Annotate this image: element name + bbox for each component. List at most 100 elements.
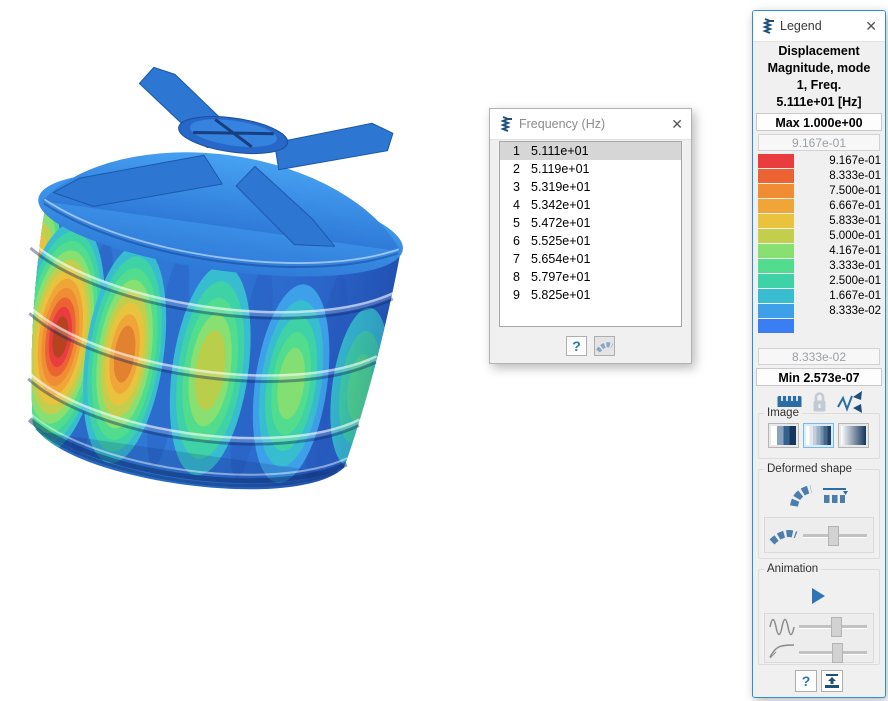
close-icon[interactable]: ✕ [663,117,691,131]
fit-range-button[interactable] [837,389,862,415]
mode-number: 2 [500,160,520,178]
color-swatch [758,154,794,168]
sine-wave-icon [768,617,796,637]
scale-label: 8.333e-02 [829,304,881,318]
color-swatch [758,259,794,273]
frequency-row[interactable]: 9 5.825e+01 [500,286,681,304]
color-swatch [758,244,794,258]
legend-title: Legend [780,19,857,33]
mode-frequency: 5.342e+01 [531,196,590,214]
tank-model [0,50,504,552]
color-swatch [758,199,794,213]
image-group: Image [758,413,880,459]
color-scale: 9.167e-018.333e-017.500e-016.667e-015.83… [753,154,885,334]
frequency-dialog-title: Frequency (Hz) [519,117,663,131]
mode-number: 9 [500,286,520,304]
play-button[interactable] [812,588,825,604]
help-button[interactable]: ? [795,670,817,692]
image-style-smooth-button[interactable] [838,423,869,448]
deform-factor-panel [764,517,874,553]
color-swatch [758,289,794,303]
image-group-label: Image [764,407,802,420]
animation-frames-slider-thumb[interactable] [831,617,842,637]
spring-icon [499,115,512,133]
image-style-banded-button[interactable] [803,423,834,448]
tank-cap [176,111,290,160]
application-window: Frequency (Hz) ✕ 1 5.111e+01 2 5.119e+0135.… [0,0,888,701]
frequency-row[interactable]: 5 5.472e+01 [500,214,681,232]
mode-frequency: 5.825e+01 [531,286,590,304]
result-field-title-line: 1, Freq. [753,77,885,94]
mode-number: 1 [500,142,520,160]
color-swatch [758,229,794,243]
max-value-label: Max 1.000e+00 [756,113,882,131]
scale-label: 6.667e-01 [829,199,881,213]
image-style-discrete-button[interactable] [768,423,799,448]
frequency-row[interactable]: 1 5.111e+01 [500,142,681,160]
scale-label: 7.500e-01 [829,184,881,198]
mode-number: 4 [500,196,520,214]
undeformed-view-button[interactable] [821,486,849,508]
model-viewport[interactable] [0,0,504,560]
mode-frequency: 5.797e+01 [531,268,590,286]
dock-icon [824,674,840,689]
lock-icon[interactable] [811,391,828,413]
min-value-label: Min 2.573e-07 [756,368,882,386]
animation-group: Animation [758,569,880,665]
color-swatch [758,214,794,228]
spring-icon [761,17,774,35]
scale-label: 1.667e-01 [829,289,881,303]
frequency-row[interactable]: 35.319e+01 [500,178,681,196]
deformed-shape-group: Deformed shape [758,469,880,559]
help-button[interactable]: ? [566,336,587,356]
scale-label: 8.333e-01 [829,169,881,183]
scale-label: 2.500e-01 [829,274,881,288]
animation-group-label: Animation [764,563,821,576]
scale-label: 9.167e-01 [829,154,881,168]
scale-lower-limit-input[interactable] [758,348,880,365]
deformed-shape-button[interactable] [594,336,615,356]
mode-frequency: 5.111e+01 [531,142,589,160]
deformed-shape-group-label: Deformed shape [764,463,855,476]
mode-frequency: 5.319e+01 [531,178,590,196]
mode-frequency: 5.525e+01 [531,232,590,250]
deform-factor-slider-thumb[interactable] [828,526,839,546]
color-swatch [758,304,794,318]
frequency-dialog-titlebar[interactable]: Frequency (Hz) ✕ [490,109,691,140]
frequency-row[interactable]: 65.525e+01 [500,232,681,250]
frequency-row[interactable]: 85.797e+01 [500,268,681,286]
scale-label: 5.833e-01 [829,214,881,228]
close-icon[interactable]: ✕ [857,19,885,33]
dock-button[interactable] [821,670,843,692]
legend-panel: Legend ✕ DisplacementMagnitude, mode1, F… [752,10,886,698]
color-swatch [758,169,794,183]
mode-frequency: 5.654e+01 [531,250,590,268]
mode-number: 5 [500,214,520,232]
animation-settings-panel [764,613,874,663]
frequency-row[interactable]: 4 5.342e+01 [500,196,681,214]
result-field-title-line: Magnitude, mode [753,60,885,77]
frequency-row[interactable]: 7 5.654e+01 [500,250,681,268]
animation-speed-slider-thumb[interactable] [832,643,843,663]
deformed-view-button[interactable] [789,484,815,510]
scale-label: 3.333e-01 [829,259,881,273]
frequency-row[interactable]: 2 5.119e+01 [500,160,681,178]
color-swatch [758,274,794,288]
mode-frequency: 5.119e+01 [531,160,590,178]
scale-label: 5.000e-01 [829,229,881,243]
scale-label: 4.167e-01 [829,244,881,258]
color-swatch [758,184,794,198]
mode-number: 7 [500,250,520,268]
color-swatch [758,319,794,333]
frequency-list[interactable]: 1 5.111e+01 2 5.119e+0135.319e+014 5.342e+01… [499,141,682,327]
result-field-title-line: 5.111e+01 [Hz] [753,94,885,111]
ramp-curve-icon [768,643,796,659]
deformed-beam-icon [769,526,799,546]
legend-titlebar[interactable]: Legend ✕ [753,11,885,42]
result-field-title-line: Displacement [753,43,885,60]
scale-upper-limit-input[interactable] [758,134,880,151]
frequency-dialog: Frequency (Hz) ✕ 1 5.111e+01 2 5.119e+0135.… [489,108,692,364]
deformed-beam-icon [596,340,614,353]
mode-frequency: 5.472e+01 [531,214,590,232]
result-field-title: DisplacementMagnitude, mode1, Freq.5.111… [753,43,885,111]
